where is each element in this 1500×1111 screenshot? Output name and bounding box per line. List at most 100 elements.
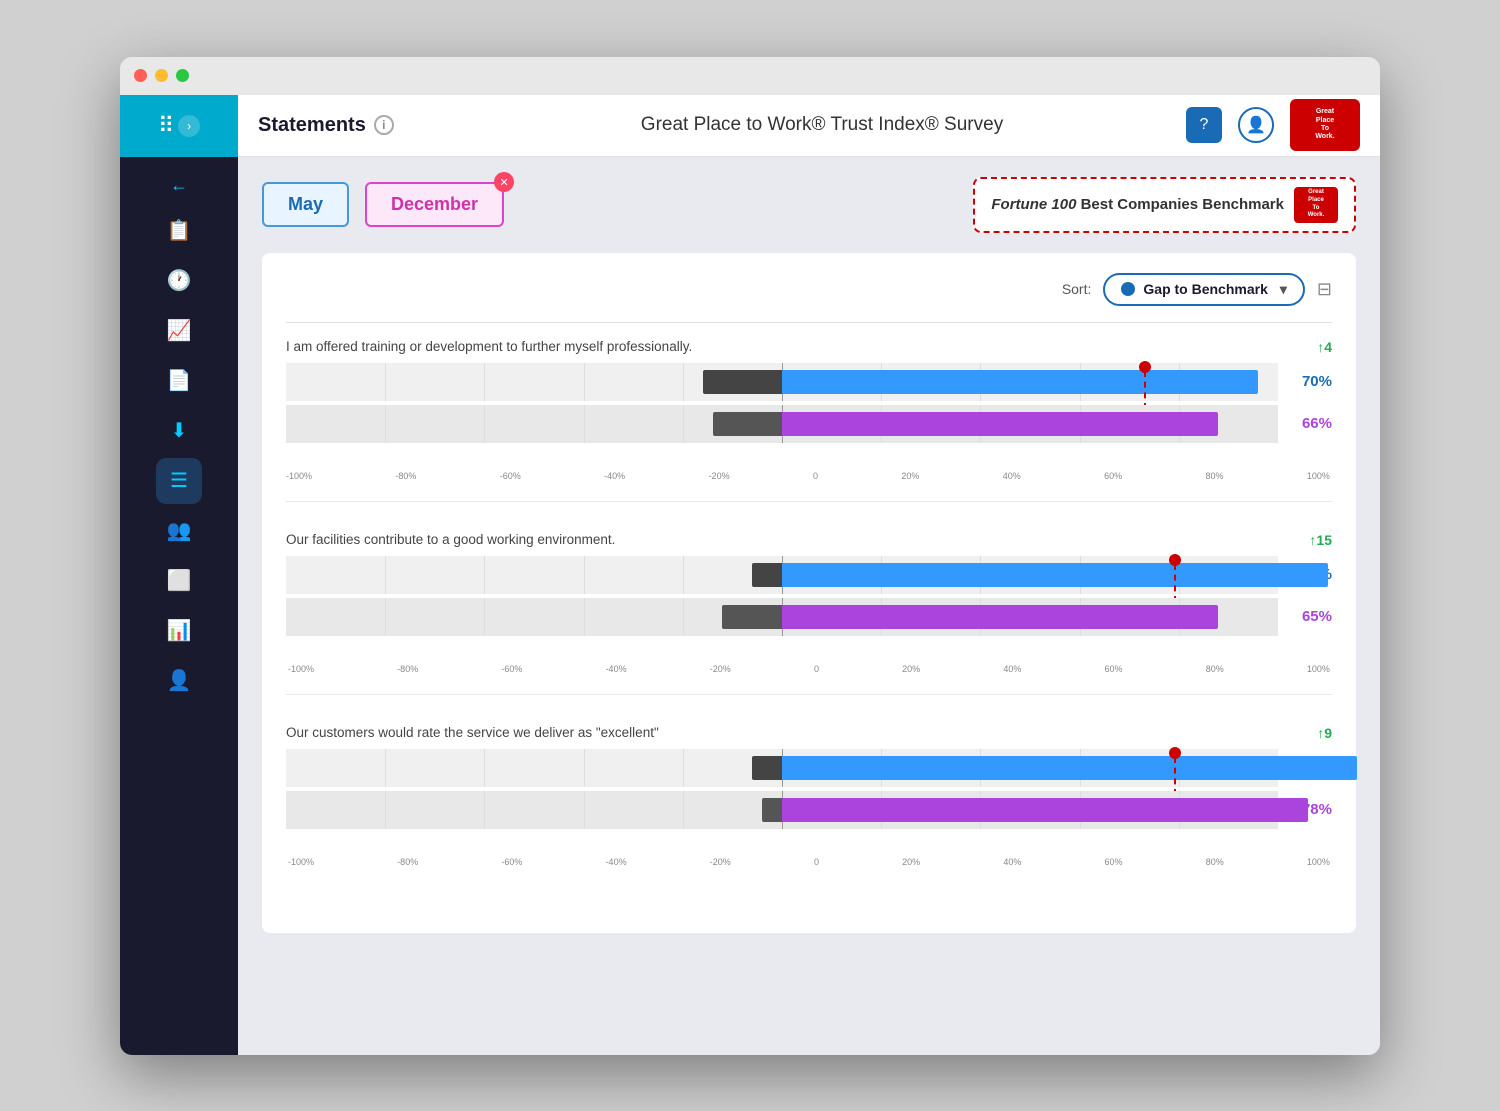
sidebar-item-download[interactable]: ⬇	[156, 408, 202, 454]
close-dot[interactable]	[134, 69, 147, 82]
statement-3-bar1-chart: 90	[286, 749, 1278, 787]
content-area: May December ✕ Fortune 100 Best Companie…	[238, 157, 1380, 1055]
statement-1-bar2-chart	[286, 405, 1278, 443]
statement-1-axis: -100% -80% -60% -40% -20% 0 20% 40% 60% …	[286, 471, 1332, 481]
filters-row: May December ✕ Fortune 100 Best Companie…	[262, 177, 1356, 233]
help-button[interactable]: ?	[1186, 107, 1222, 143]
sidebar-item-chart[interactable]: 📊	[156, 608, 202, 654]
app-window: ⠿ › ← 📋 🕐 📈 📄 ⬇	[120, 57, 1380, 1055]
info-icon[interactable]: i	[374, 115, 394, 135]
sidebar-logo-icon: ⠿	[158, 113, 174, 139]
main-content: Statements i Great Place to Work® Trust …	[238, 95, 1380, 1055]
header-title-section: Statements i	[258, 114, 458, 137]
sort-selected-value: Gap to Benchmark	[1143, 281, 1267, 297]
sidebar-item-reports[interactable]: 📄	[156, 358, 202, 404]
sidebar-item-analytics[interactable]: 📈	[156, 308, 202, 354]
sidebar-back-btn[interactable]: ←	[170, 175, 188, 196]
chart-container: Sort: Gap to Benchmark ▾ ⊟ I am offered …	[262, 253, 1356, 933]
divider	[286, 322, 1332, 323]
chevron-down-icon: ▾	[1280, 281, 1287, 298]
s1-b2-pos	[782, 412, 1218, 436]
filter-december-wrapper: December ✕	[365, 182, 504, 227]
s3-bench-line	[1174, 757, 1176, 795]
chart-icon: 📊	[167, 618, 192, 643]
titlebar	[120, 57, 1380, 95]
statement-1-bar2-pct: 66%	[1284, 415, 1332, 432]
app-body: ⠿ › ← 📋 🕐 📈 📄 ⬇	[120, 95, 1380, 1055]
minimize-dot[interactable]	[155, 69, 168, 82]
filter-may-button[interactable]: May	[262, 182, 349, 227]
sidebar-logo-area: ⠿ ›	[120, 95, 238, 157]
statement-1-bar1-chart: 86	[286, 363, 1278, 401]
sidebar-expand-btn[interactable]: ›	[178, 115, 200, 137]
statement-3-bar1-row: 90 87%	[286, 749, 1332, 787]
sidebar-item-history[interactable]: 🕐	[156, 258, 202, 304]
s2-b1-neg-dark	[752, 563, 782, 587]
chart-filter-icon[interactable]: ⊟	[1317, 279, 1332, 300]
filter-close-button[interactable]: ✕	[494, 172, 514, 192]
statement-2-bar1-row: 90 80%	[286, 556, 1332, 594]
history-icon: 🕐	[167, 268, 192, 293]
sort-dot-icon	[1121, 282, 1135, 296]
sidebar-item-dashboard[interactable]: 📋	[156, 208, 202, 254]
help-icon: ?	[1200, 116, 1209, 134]
user-icon: 👤	[167, 668, 192, 693]
statement-1-bar1-pct: 70%	[1284, 373, 1332, 390]
benchmark-label: Fortune 100 Best Companies Benchmark	[991, 196, 1284, 213]
sidebar-item-statements[interactable]: ☰	[156, 458, 202, 504]
s3-b1-neg-dark	[752, 756, 782, 780]
statement-3-text: Our customers would rate the service we …	[286, 725, 1305, 740]
header-center-title: Great Place to Work® Trust Index® Survey	[458, 114, 1186, 136]
analytics-icon: 📈	[167, 318, 192, 343]
gptw-header-badge: GreatPlaceToWork.	[1290, 99, 1360, 151]
statement-2-axis: -100% -80% -60% -40% -20% 0 20% 40% 60% …	[286, 664, 1332, 674]
s2-bench-line	[1174, 564, 1176, 602]
dashboard-icon: 📋	[167, 218, 192, 243]
people-icon: 👥	[167, 518, 192, 543]
s3-b2-pos	[782, 798, 1308, 822]
statement-2-gap: ↑15	[1309, 532, 1332, 548]
statement-block-2: Our facilities contribute to a good work…	[286, 532, 1332, 695]
s3-b1-pos	[782, 756, 1357, 780]
s2-b1-pos	[782, 563, 1328, 587]
statement-2-bar2-row: 65%	[286, 598, 1332, 636]
filter-december-button[interactable]: December	[365, 182, 504, 227]
sidebar-item-user[interactable]: 👤	[156, 658, 202, 704]
user-profile-icon: 👤	[1246, 115, 1266, 135]
reports-icon: 📄	[167, 368, 192, 393]
s1-b1-pos	[782, 370, 1258, 394]
sidebar-item-grid[interactable]: ⬜	[156, 558, 202, 604]
s1-b1-neg-dark	[703, 370, 782, 394]
s2-b2-neg-dark	[722, 605, 782, 629]
statement-2-bar2-pct: 65%	[1284, 608, 1332, 625]
statement-1-header: I am offered training or development to …	[286, 339, 1332, 355]
page-title: Statements	[258, 114, 366, 137]
statement-3-axis: -100% -80% -60% -40% -20% 0 20% 40% 60% …	[286, 857, 1332, 867]
statements-icon: ☰	[170, 468, 188, 493]
sort-dropdown[interactable]: Gap to Benchmark ▾	[1103, 273, 1305, 306]
statement-1-gap: ↑4	[1317, 339, 1332, 355]
sidebar: ⠿ › ← 📋 🕐 📈 📄 ⬇	[120, 95, 238, 1055]
header-icons: ? 👤 GreatPlaceToWork.	[1186, 99, 1360, 151]
header: Statements i Great Place to Work® Trust …	[238, 95, 1380, 157]
sidebar-nav: ← 📋 🕐 📈 📄 ⬇ ☰	[120, 157, 238, 714]
statement-3-gap: ↑9	[1317, 725, 1332, 741]
statement-2-header: Our facilities contribute to a good work…	[286, 532, 1332, 548]
sidebar-item-people[interactable]: 👥	[156, 508, 202, 554]
maximize-dot[interactable]	[176, 69, 189, 82]
s2-b2-pos	[782, 605, 1218, 629]
grid-icon: ⬜	[167, 568, 192, 593]
statement-2-bar2-chart	[286, 598, 1278, 636]
sort-label: Sort:	[1062, 281, 1092, 297]
statement-1-bar2-row: 66%	[286, 405, 1332, 443]
user-profile-button[interactable]: 👤	[1238, 107, 1274, 143]
statement-2-text: Our facilities contribute to a good work…	[286, 532, 1297, 547]
benchmark-box: Fortune 100 Best Companies Benchmark Gre…	[973, 177, 1356, 233]
s3-b2-neg-dark	[762, 798, 782, 822]
statement-3-header: Our customers would rate the service we …	[286, 725, 1332, 741]
statement-block-3: Our customers would rate the service we …	[286, 725, 1332, 887]
statement-3-bar2-chart	[286, 791, 1278, 829]
statement-1-bar1-row: 86 70%	[286, 363, 1332, 401]
download-icon: ⬇	[171, 418, 188, 443]
s1-bench-line	[1144, 371, 1146, 409]
